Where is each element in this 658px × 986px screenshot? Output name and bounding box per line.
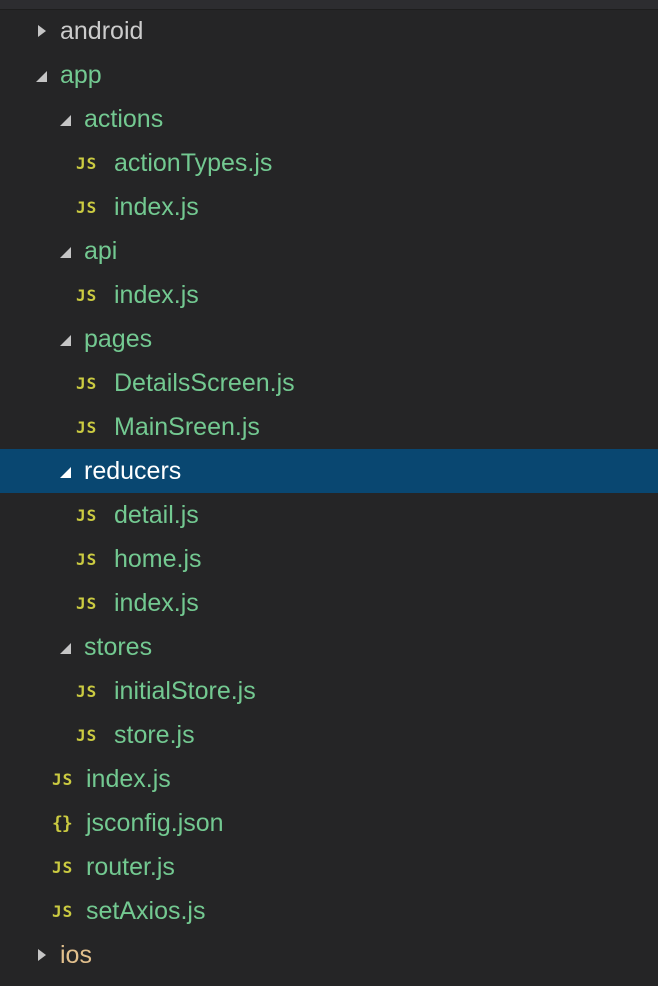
json-file-icon: {} [52,812,73,834]
tree-file-home-js[interactable]: JS home.js [0,537,658,581]
tree-item-label: actions [84,104,164,133]
tree-folder-app[interactable]: app [0,53,658,97]
js-file-icon: JS [76,593,98,613]
tree-file-detailsscreen-js[interactable]: JS DetailsScreen.js [0,361,658,405]
tree-folder-reducers[interactable]: reducers [0,449,658,493]
js-file-icon: JS [76,681,98,701]
chevron-down-icon[interactable] [60,625,84,669]
tree-file-store-js[interactable]: JS store.js [0,713,658,757]
chevron-down-icon[interactable] [60,229,84,273]
js-file-icon: JS [76,373,98,393]
js-file-icon: JS [52,857,74,877]
chevron-down-icon[interactable] [60,449,84,493]
tree-folder-api[interactable]: api [0,229,658,273]
tree-item-label: MainSreen.js [114,412,260,441]
chevron-down-icon[interactable] [60,97,84,141]
tree-file-detail-js[interactable]: JS detail.js [0,493,658,537]
js-file-icon: JS [76,549,98,569]
tree-item-label: initialStore.js [114,676,256,705]
tree-folder-actions[interactable]: actions [0,97,658,141]
js-file-icon: JS [76,417,98,437]
tree-file-app-index-js[interactable]: JS index.js [0,757,658,801]
tree-item-label: store.js [114,720,195,749]
tree-item-label: index.js [114,588,199,617]
tree-item-label: pages [84,324,153,353]
tree-item-label: index.js [86,764,171,793]
js-file-icon: JS [76,285,98,305]
js-file-icon: JS [76,197,98,217]
file-tree: android app actions JS actionTypes.js JS… [0,9,658,977]
tree-file-reducers-index-js[interactable]: JS index.js [0,581,658,625]
tree-file-actions-index-js[interactable]: JS index.js [0,185,658,229]
tree-folder-pages[interactable]: pages [0,317,658,361]
chevron-right-icon[interactable] [36,933,60,977]
tree-file-setaxios-js[interactable]: JS setAxios.js [0,889,658,933]
tree-item-label: home.js [114,544,202,573]
tree-file-jsconfig-json[interactable]: {} jsconfig.json [0,801,658,845]
tree-folder-ios[interactable]: ios [0,933,658,977]
tree-file-router-js[interactable]: JS router.js [0,845,658,889]
tree-file-api-index-js[interactable]: JS index.js [0,273,658,317]
chevron-right-icon[interactable] [36,9,60,53]
file-explorer: android app actions JS actionTypes.js JS… [0,0,658,986]
tree-file-initialstore-js[interactable]: JS initialStore.js [0,669,658,713]
js-file-icon: JS [52,901,74,921]
tree-item-label: detail.js [114,500,199,529]
tree-item-label: android [60,16,144,45]
tree-file-mainsreen-js[interactable]: JS MainSreen.js [0,405,658,449]
tree-item-label: index.js [114,280,199,309]
tree-item-label: stores [84,632,153,661]
js-file-icon: JS [52,769,74,789]
js-file-icon: JS [76,505,98,525]
tree-folder-android[interactable]: android [0,9,658,53]
js-file-icon: JS [76,725,98,745]
tree-item-label: index.js [114,192,199,221]
tree-folder-stores[interactable]: stores [0,625,658,669]
tree-item-label: setAxios.js [86,896,206,925]
chevron-down-icon[interactable] [36,53,60,97]
tree-item-label: app [60,60,102,89]
tree-item-label: jsconfig.json [86,808,224,837]
js-file-icon: JS [76,153,98,173]
tree-file-actiontypes-js[interactable]: JS actionTypes.js [0,141,658,185]
tree-item-label: api [84,236,118,265]
tree-item-label: DetailsScreen.js [114,368,295,397]
tree-item-label: router.js [86,852,175,881]
tree-item-label: actionTypes.js [114,148,273,177]
chevron-down-icon[interactable] [60,317,84,361]
tree-item-label: ios [60,940,92,969]
tree-item-label: reducers [84,456,182,485]
